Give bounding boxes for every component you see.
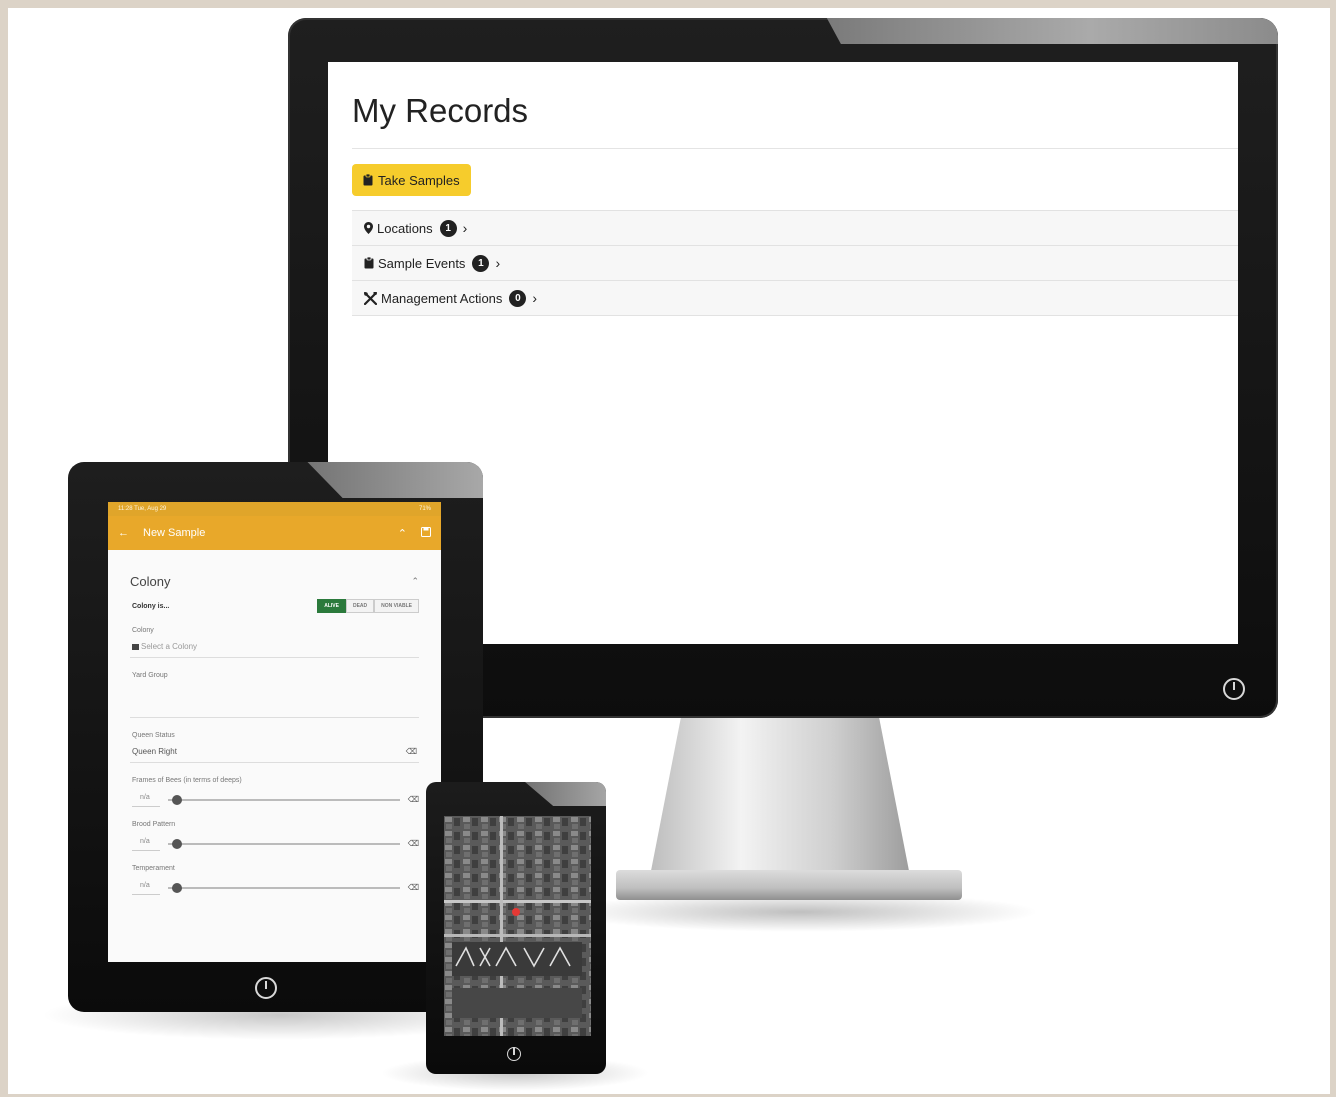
- colony-status-toggle: ALIVE DEAD NON VIABLE: [317, 599, 419, 613]
- tablet-screen: 11:28 Tue, Aug 29 71% ← New Sample ⌃ Col…: [108, 502, 441, 962]
- chevron-up-icon: ⌃: [411, 576, 419, 586]
- records-item-label: Management Actions: [381, 290, 503, 306]
- tablet-device: 11:28 Tue, Aug 29 71% ← New Sample ⌃ Col…: [68, 462, 483, 1012]
- count-badge: 1: [472, 254, 490, 272]
- tablet-app-bar: ← New Sample ⌃: [108, 516, 441, 550]
- queen-status-label: Queen Status: [132, 732, 175, 739]
- chevron-right-icon: ›: [532, 290, 538, 306]
- records-list: Locations 1 › Sample Events 1 › Manageme…: [352, 210, 1238, 316]
- slider-thumb[interactable]: [172, 838, 182, 849]
- status-option-dead[interactable]: DEAD: [345, 599, 375, 613]
- tablet-power-icon[interactable]: [255, 977, 277, 999]
- records-item-locations[interactable]: Locations 1 ›: [352, 211, 1238, 246]
- phone-home-icon[interactable]: [507, 1047, 521, 1061]
- colony-status-row: Colony is... ALIVE DEAD NON VIABLE: [130, 599, 419, 613]
- slider-label: Brood Pattern: [132, 821, 176, 828]
- clear-icon[interactable]: ⌫: [406, 747, 417, 756]
- colony-label: Colony: [132, 627, 154, 634]
- status-option-non-viable[interactable]: NON VIABLE: [374, 599, 419, 613]
- slider-value: n/a: [132, 836, 160, 851]
- queen-status-field[interactable]: Queen Right ⌫: [130, 739, 419, 763]
- brood-slider-row: n/a ⌫: [130, 836, 419, 851]
- save-icon[interactable]: [421, 526, 431, 540]
- tablet-status-bar: 11:28 Tue, Aug 29 71%: [108, 502, 441, 516]
- brood-slider[interactable]: [168, 838, 400, 849]
- monitor-stand-neck: [650, 716, 910, 876]
- records-item-label: Locations: [377, 220, 433, 236]
- take-samples-label: Take Samples: [378, 172, 460, 188]
- slider-value: n/a: [132, 880, 160, 895]
- clear-icon[interactable]: ⌫: [408, 883, 419, 892]
- chevrons-up-icon[interactable]: ⌃: [398, 527, 407, 540]
- clear-icon[interactable]: ⌫: [408, 839, 419, 848]
- monitor-stand-base: [616, 870, 962, 900]
- map-pin-icon: [364, 222, 373, 234]
- slider-value: n/a: [132, 792, 160, 807]
- records-item-management-actions[interactable]: Management Actions 0 ›: [352, 281, 1238, 316]
- map-marker-icon: [512, 908, 520, 916]
- take-samples-button[interactable]: Take Samples: [352, 164, 471, 196]
- clear-icon[interactable]: ⌫: [408, 795, 419, 804]
- slider-label: Temperament: [132, 865, 175, 872]
- tools-icon: [364, 291, 377, 305]
- status-battery: 71%: [418, 506, 431, 512]
- slider-label: Frames of Bees (in terms of deeps): [132, 777, 242, 784]
- page-title: My Records: [352, 92, 529, 129]
- satellite-map[interactable]: [444, 816, 591, 1036]
- records-item-label: Sample Events: [378, 255, 466, 271]
- queen-status-value: Queen Right: [132, 747, 177, 756]
- yard-group-label: Yard Group: [132, 672, 168, 679]
- slider-thumb[interactable]: [172, 794, 182, 805]
- count-badge: 1: [439, 219, 457, 237]
- title-divider: [352, 148, 1238, 149]
- monitor-bezel-gloss: [826, 18, 1278, 44]
- count-badge: 0: [509, 289, 527, 307]
- colony-placeholder: Select a Colony: [141, 642, 198, 651]
- slider-thumb[interactable]: [172, 882, 182, 893]
- colony-is-label: Colony is...: [132, 602, 170, 610]
- colony-select-icon: [132, 643, 139, 650]
- clipboard-icon: [364, 257, 374, 269]
- monitor-power-icon[interactable]: [1223, 678, 1245, 700]
- frames-slider[interactable]: [168, 794, 400, 805]
- temperament-slider-row: n/a ⌫: [130, 880, 419, 895]
- frames-slider-row: n/a ⌫: [130, 792, 419, 807]
- status-option-alive[interactable]: ALIVE: [317, 599, 346, 613]
- temperament-slider[interactable]: [168, 882, 400, 893]
- phone-device: [426, 782, 606, 1074]
- colony-select[interactable]: Select a Colony: [130, 634, 419, 658]
- tablet-form: Colony ⌃ Colony is... ALIVE DEAD NON VIA…: [108, 550, 441, 895]
- tablet-bezel-gloss: [307, 462, 483, 498]
- clipboard-icon: [363, 174, 373, 186]
- chevron-right-icon: ›: [495, 255, 501, 271]
- colony-section-header[interactable]: Colony ⌃: [130, 550, 419, 589]
- section-title: Colony: [130, 574, 171, 589]
- phone-bezel-gloss: [525, 782, 606, 806]
- yard-group-field[interactable]: [130, 679, 419, 718]
- app-bar-title: New Sample: [143, 527, 206, 539]
- chevron-right-icon: ›: [462, 220, 468, 236]
- status-time: 11:28 Tue, Aug 29: [118, 506, 167, 512]
- records-item-sample-events[interactable]: Sample Events 1 ›: [352, 246, 1238, 281]
- back-arrow-icon[interactable]: ←: [118, 527, 129, 539]
